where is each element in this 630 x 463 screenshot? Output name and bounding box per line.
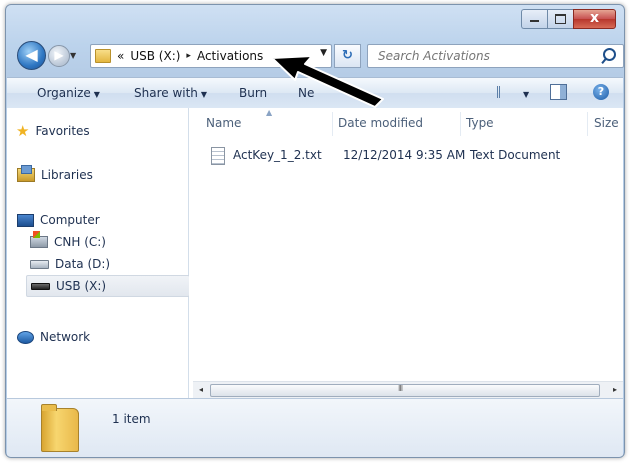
- pointer-arrow-icon: [271, 55, 384, 108]
